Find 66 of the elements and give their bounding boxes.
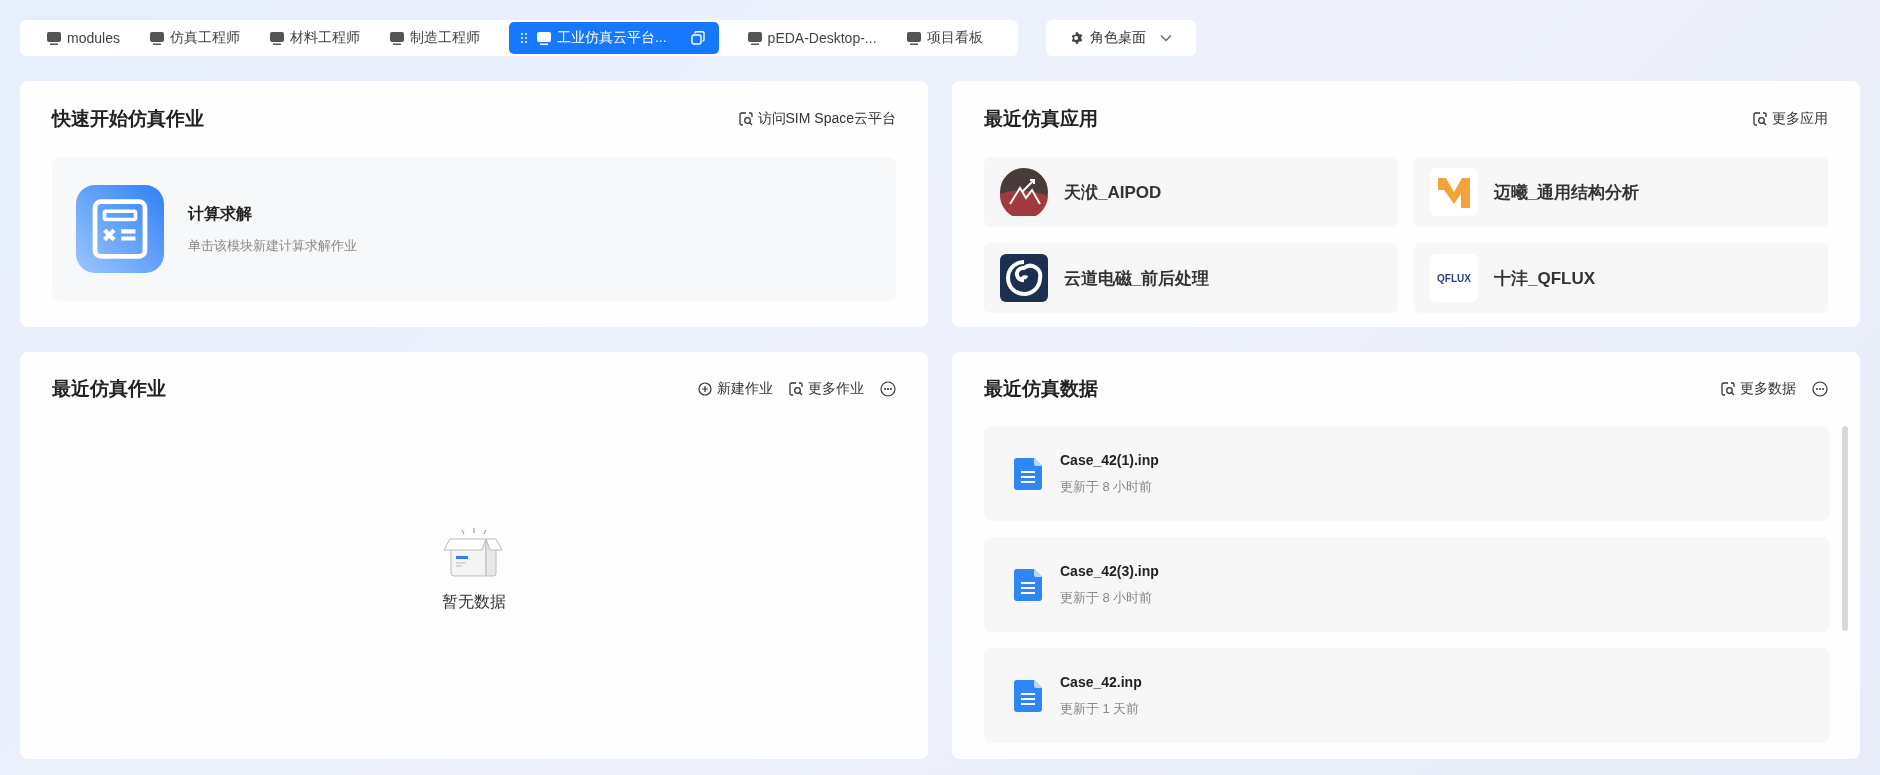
- more-apps-link[interactable]: 更多应用: [1753, 110, 1828, 128]
- file-updated-time: 更新于 8 小时前: [1060, 477, 1154, 496]
- drag-handle-icon[interactable]: [520, 33, 527, 43]
- card-title: 最近仿真作业: [52, 377, 166, 401]
- more-data-link[interactable]: 更多数据: [1721, 380, 1796, 398]
- document-icon: [1014, 568, 1042, 601]
- module-description: 单击该模块新建计算求解作业: [188, 236, 357, 255]
- more-icon[interactable]: [1812, 381, 1828, 397]
- copy-icon[interactable]: [690, 31, 705, 45]
- tab[interactable]: modules: [34, 22, 133, 54]
- letter-m-logo-icon: [1430, 168, 1478, 216]
- empty-message: 暂无数据: [442, 592, 506, 612]
- app-tile[interactable]: 迈曦_通用结构分析: [1414, 157, 1828, 227]
- monitor-icon: [747, 31, 762, 45]
- tab[interactable]: 项目看板: [893, 22, 996, 54]
- search-icon: [789, 382, 803, 396]
- file-item[interactable]: Case_42(1).inp 更新于 8 小时前: [984, 426, 1830, 521]
- app-name: 迈曦_通用结构分析: [1494, 181, 1640, 204]
- visit-platform-link[interactable]: 访问SIM Space云平台: [738, 110, 896, 128]
- monitor-icon: [149, 31, 164, 45]
- app-name: 十沣_QFLUX: [1494, 267, 1596, 290]
- module-tile[interactable]: 计算求解 单击该模块新建计算求解作业: [52, 157, 896, 301]
- monitor-icon: [269, 31, 284, 45]
- chevron-down-icon: [1159, 34, 1172, 42]
- app-tile[interactable]: 云道电磁_前后处理: [984, 243, 1398, 313]
- add-icon: [698, 382, 712, 396]
- file-updated-time: 更新于 1 天前: [1060, 699, 1141, 718]
- search-icon: [1753, 112, 1767, 126]
- card-title: 快速开始仿真作业: [52, 107, 204, 131]
- document-icon: [1014, 457, 1042, 490]
- app-logo: QFLUX: [1430, 254, 1478, 302]
- app-tile[interactable]: QFLUX 十沣_QFLUX: [1414, 243, 1828, 313]
- file-item[interactable]: Case_42.inp 更新于 1 天前: [984, 648, 1830, 743]
- scrollbar[interactable]: [1842, 426, 1848, 631]
- file-name: Case_42(1).inp: [1060, 451, 1159, 468]
- tab[interactable]: pEDA-Desktop-...: [734, 22, 890, 54]
- card-title: 最近仿真数据: [984, 377, 1098, 401]
- more-jobs-link[interactable]: 更多作业: [789, 380, 864, 398]
- new-job-link[interactable]: 新建作业: [698, 380, 773, 398]
- role-desktop-dropdown[interactable]: 角色桌面: [1045, 20, 1196, 56]
- file-name: Case_42.inp: [1060, 673, 1142, 690]
- tab[interactable]: 材料工程师: [256, 22, 373, 54]
- card-title: 最近仿真应用: [984, 107, 1098, 131]
- module-title: 计算求解: [188, 203, 253, 224]
- calculator-icon: [76, 185, 164, 273]
- tab[interactable]: 工业仿真云平台...: [508, 22, 719, 54]
- app-name: 云道电磁_前后处理: [1064, 267, 1210, 290]
- tab[interactable]: 仿真工程师: [136, 22, 253, 54]
- search-icon: [738, 112, 753, 126]
- document-icon: [1014, 679, 1042, 712]
- mountain-logo-icon: [1000, 168, 1048, 216]
- tab[interactable]: 制造工程师: [376, 22, 493, 54]
- file-updated-time: 更新于 8 小时前: [1060, 588, 1154, 607]
- swirl-logo-icon: [1000, 254, 1048, 302]
- settings-icon: [1069, 31, 1084, 45]
- app-name: 天洑_AIPOD: [1064, 181, 1162, 204]
- app-tile[interactable]: 天洑_AIPOD: [984, 157, 1398, 227]
- file-name: Case_42(3).inp: [1060, 562, 1159, 579]
- search-icon: [1721, 382, 1735, 396]
- file-item[interactable]: Case_42(3).inp 更新于 8 小时前: [984, 537, 1830, 632]
- monitor-icon: [536, 31, 551, 45]
- monitor-icon: [389, 31, 404, 45]
- monitor-icon: [906, 31, 921, 45]
- more-icon[interactable]: [880, 381, 896, 397]
- empty-box-icon: [442, 526, 506, 578]
- monitor-icon: [47, 31, 61, 45]
